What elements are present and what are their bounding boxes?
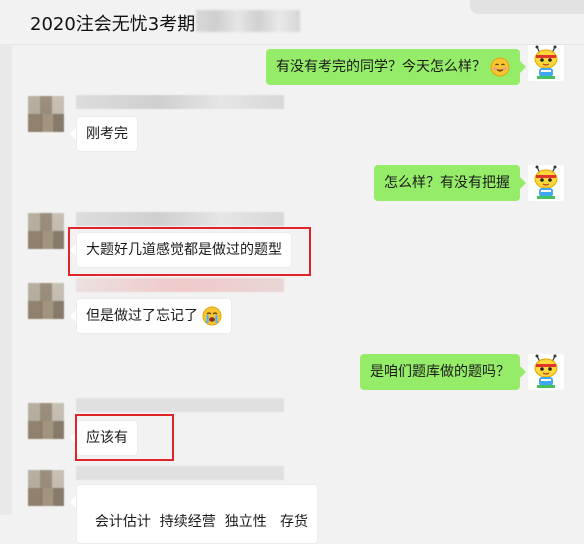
chat-title: 2020注会无忧3考期: [30, 14, 196, 35]
bee-mascot-icon: [534, 354, 558, 388]
message-text: 但是做过了忘记了: [86, 308, 198, 324]
bee-mascot-icon: [534, 45, 558, 79]
self-avatar[interactable]: [528, 354, 564, 390]
crying-face-emoji: [202, 306, 222, 326]
contact-avatar[interactable]: [28, 213, 64, 249]
redacted-sender-name: [76, 278, 284, 292]
self-avatar[interactable]: [528, 45, 564, 81]
message-bubble-self[interactable]: 怎么样？有没有把握: [374, 165, 526, 201]
message-bubble-self[interactable]: 是咱们题库做的题吗？: [360, 354, 526, 390]
contact-avatar[interactable]: [28, 403, 64, 439]
sidebar-edge: [0, 44, 12, 515]
message-bubble-other[interactable]: 会计估计 持续经营 独立性 存货: [69, 484, 319, 544]
contact-avatar[interactable]: [28, 96, 64, 132]
redacted-header-control: [470, 0, 584, 14]
redacted-sender-name: [76, 398, 284, 412]
redacted-sender-name: [76, 95, 284, 109]
redacted-sender-name: [76, 466, 284, 480]
redacted-title-suffix: [196, 10, 300, 32]
message-text: 有没有考完的同学？今天怎么样？: [276, 59, 486, 75]
smiling-face-emoji: [490, 57, 510, 77]
bee-mascot-icon: [534, 165, 558, 199]
message-bubble-other[interactable]: 但是做过了忘记了: [70, 298, 232, 334]
message-text: 是咱们题库做的题吗？: [370, 364, 510, 380]
highlight-box: [75, 414, 174, 461]
highlight-box: [68, 227, 311, 276]
self-avatar[interactable]: [528, 165, 564, 201]
redacted-sender-name: [76, 212, 284, 226]
contact-avatar[interactable]: [28, 470, 64, 506]
message-text: 刚考完: [86, 126, 128, 142]
message-bubble-other[interactable]: 刚考完: [70, 116, 138, 152]
contact-avatar[interactable]: [28, 283, 64, 319]
message-bubble-self[interactable]: 有没有考完的同学？今天怎么样？: [266, 49, 526, 85]
message-text: 怎么样？有没有把握: [384, 175, 510, 191]
message-text: 会计估计 持续经营 独立性 存货: [94, 514, 309, 530]
